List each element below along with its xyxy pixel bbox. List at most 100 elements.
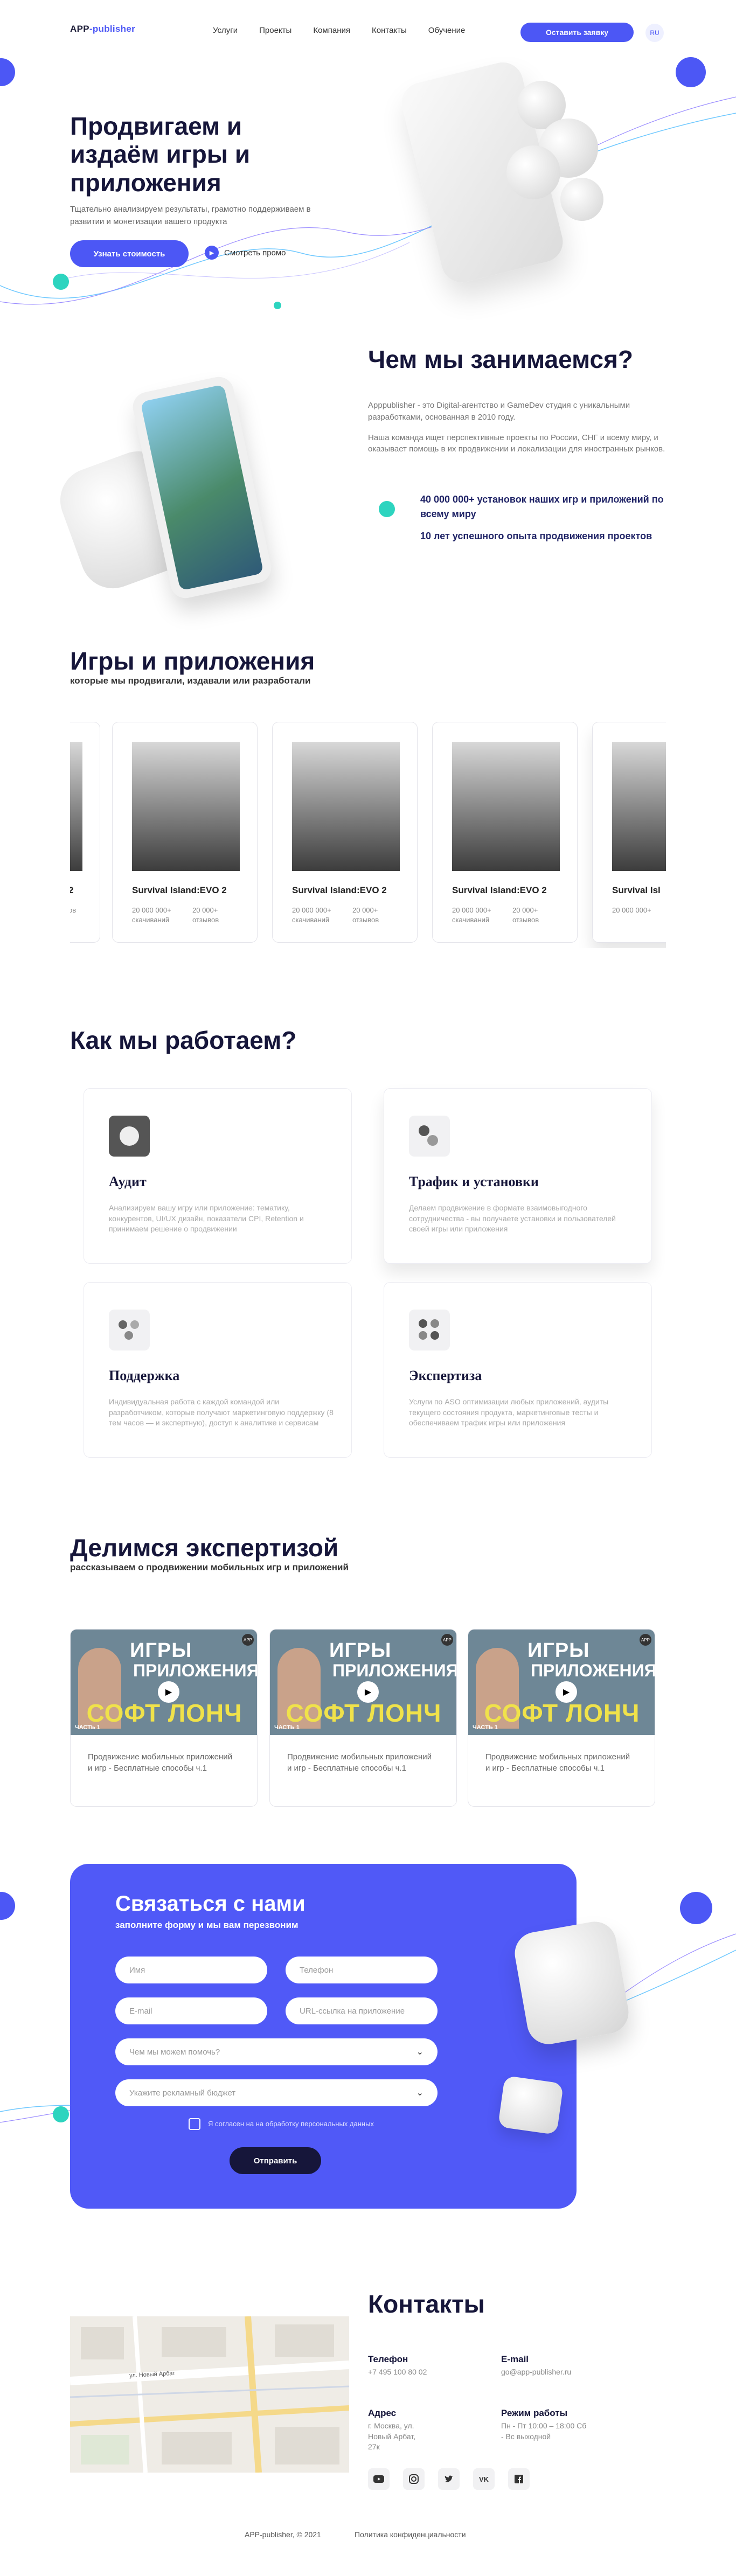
main-nav: Услуги Проекты Компания Контакты Обучени… [213, 26, 465, 35]
email-label: E-mail [501, 2354, 529, 2364]
play-icon[interactable]: ▶ [357, 1681, 379, 1703]
video-title-line-1: ИГРЫ [527, 1639, 590, 1662]
video-caption: Продвижение мобильных приложений и игр -… [485, 1752, 630, 1773]
about-text: Apppublisher - это Digital-агентство и G… [368, 400, 670, 464]
app-url-field[interactable]: URL-ссылка на приложение [286, 1997, 438, 2024]
hours-label: Режим работы [501, 2408, 568, 2418]
games-subtitle: которые мы продвигали, издавали или разр… [70, 676, 311, 686]
teal-dot [53, 274, 69, 290]
logo[interactable]: APP-publisher [70, 24, 135, 34]
work-card-title: Аудит [109, 1174, 147, 1189]
help-select[interactable]: Чем мы можем помочь? ⌄ [115, 2038, 438, 2065]
game-downloads: 20 000 000+ скачиваний [452, 906, 491, 924]
video-caption: Продвижение мобильных приложений и игр -… [88, 1752, 233, 1773]
chevron-down-icon: ⌄ [416, 2088, 423, 2098]
game-card[interactable]: Survival Isl 20 000 000+ [592, 722, 666, 943]
work-card-traffic: Трафик и установки Делаем продвижение в ф… [384, 1088, 652, 1264]
play-icon: ▶ [205, 246, 219, 260]
work-card-audit: Аудит Анализируем вашу игру или приложени… [84, 1088, 352, 1264]
video-title-line-3: СОФТ ЛОНЧ [86, 1699, 242, 1727]
play-icon[interactable]: ▶ [158, 1681, 179, 1703]
game-card[interactable]: Survival Island:EVO 2 20 000 000+ скачива… [432, 722, 578, 943]
phone-label: Телефон [368, 2354, 408, 2364]
cloud-ball-4 [560, 178, 603, 221]
game-image [70, 742, 82, 871]
game-card[interactable]: 2 ов [70, 722, 100, 943]
blue-blob-right [680, 1892, 712, 1924]
work-title: Как мы работаем? [70, 1026, 297, 1054]
phone-value[interactable]: +7 495 100 80 02 [368, 2367, 492, 2378]
channel-logo-icon: APP [441, 1634, 453, 1646]
about-title: Чем мы занимаемся? [368, 345, 634, 373]
phone-field[interactable]: Телефон [286, 1957, 438, 1983]
channel-logo-icon: APP [640, 1634, 651, 1646]
game-downloads: 20 000 000+ скачиваний [132, 906, 171, 924]
twitter-icon[interactable] [438, 2468, 460, 2490]
about-paragraph-2: Наша команда ищет перспективные проекты … [368, 433, 665, 454]
language-switch[interactable]: RU [645, 24, 664, 42]
video-title-line-2: ПРИЛОЖЕНИЯ [531, 1661, 655, 1680]
help-select-value: Чем мы можем помочь? [129, 2047, 220, 2057]
nav-item-learning[interactable]: Обучение [428, 26, 466, 35]
game-card[interactable]: Survival Island:EVO 2 20 000 000+ скачива… [272, 722, 418, 943]
teal-dot [53, 2106, 69, 2122]
youtube-icon[interactable] [368, 2468, 390, 2490]
budget-select[interactable]: Укажите рекламный бюджет ⌄ [115, 2079, 438, 2106]
video-part-label: ЧАСТЬ 1 [473, 1724, 498, 1731]
work-card-title: Экспертиза [409, 1368, 482, 1383]
game-image [612, 742, 666, 871]
video-card[interactable]: ИГРЫ ПРИЛОЖЕНИЯ СОФТ ЛОНЧ ЧАСТЬ 1 ▶ APP Продви… [269, 1629, 457, 1807]
game-card[interactable]: Survival Island:EVO 2 20 000 000+ скачива… [112, 722, 258, 943]
submit-button[interactable]: Отправить [230, 2147, 321, 2174]
work-card-expertise: Экспертиза Услуги по ASO оптимизации любы… [384, 1282, 652, 1458]
promo-link[interactable]: ▶ Смотреть промо [205, 246, 286, 260]
email-field[interactable]: E-mail [115, 1997, 267, 2024]
nav-item-company[interactable]: Компания [313, 26, 350, 35]
games-carousel[interactable]: 2 ов Survival Island:EVO 2 20 000 000+ ска… [70, 722, 666, 948]
facebook-icon[interactable] [508, 2468, 530, 2490]
cloud-ball-3 [506, 145, 560, 199]
video-thumbnail: ИГРЫ ПРИЛОЖЕНИЯ СОФТ ЛОНЧ ЧАСТЬ 1 ▶ APP [468, 1630, 655, 1735]
video-part-label: ЧАСТЬ 1 [274, 1724, 300, 1731]
request-button[interactable]: Оставить заявку [520, 23, 634, 42]
nav-item-contacts[interactable]: Контакты [372, 26, 407, 35]
video-card[interactable]: ИГРЫ ПРИЛОЖЕНИЯ СОФТ ЛОНЧ ЧАСТЬ 1 ▶ APP Продви… [468, 1629, 655, 1807]
address-label: Адрес [368, 2408, 397, 2418]
play-icon[interactable]: ▶ [556, 1681, 577, 1703]
privacy-policy-link[interactable]: Политика конфиденциальности [355, 2530, 466, 2539]
work-card-text: Анализируем вашу игру или приложение: те… [109, 1203, 304, 1234]
logo-accent: -publisher [89, 24, 136, 34]
nav-item-projects[interactable]: Проекты [259, 26, 291, 35]
form-subtitle: заполните форму и мы вам перезвоним [115, 1920, 298, 1930]
instagram-icon[interactable] [403, 2468, 425, 2490]
contacts-title: Контакты [368, 2290, 485, 2318]
logo-main: APP [70, 24, 89, 34]
map[interactable]: ул. Новый Арбат [70, 2316, 349, 2473]
hero-subtitle: Тщательно анализируем результаты, грамот… [70, 205, 311, 226]
game-reviews: 20 000+ отзывов [512, 906, 539, 924]
blue-blob-left [0, 58, 15, 86]
game-reviews: 20 000+ отзывов [352, 906, 379, 924]
game-name: Survival Island:EVO 2 [452, 885, 547, 895]
name-field[interactable]: Имя [115, 1957, 267, 1983]
game-reviews: 20 000+ отзывов [192, 906, 219, 924]
game-downloads: 20 000 000+ [612, 906, 651, 914]
video-title-line-1: ИГРЫ [130, 1639, 192, 1662]
email-value[interactable]: go@app-publisher.ru [501, 2367, 625, 2378]
consent-checkbox[interactable] [189, 2118, 200, 2130]
video-caption: Продвижение мобильных приложений и игр -… [287, 1752, 432, 1773]
budget-select-value: Укажите рекламный бюджет [129, 2088, 236, 2098]
video-card[interactable]: ИГРЫ ПРИЛОЖЕНИЯ СОФТ ЛОНЧ ЧАСТЬ 1 ▶ APP Продви… [70, 1629, 258, 1807]
game-name: Survival Isl [612, 885, 661, 895]
get-price-button[interactable]: Узнать стоимость [70, 240, 189, 267]
nav-item-services[interactable]: Услуги [213, 26, 238, 35]
footer-copyright: APP-publisher, © 2021 [245, 2530, 321, 2539]
blue-blob-left [0, 1892, 15, 1920]
video-title-line-2: ПРИЛОЖЕНИЯ [133, 1661, 258, 1680]
promo-label: Смотреть промо [224, 248, 286, 257]
video-title-line-3: СОФТ ЛОНЧ [286, 1699, 442, 1727]
game-downloads: ов [70, 906, 77, 914]
cloud-ball-1 [517, 81, 566, 129]
teal-dot-small [274, 302, 281, 309]
vk-icon[interactable]: VK [473, 2468, 495, 2490]
